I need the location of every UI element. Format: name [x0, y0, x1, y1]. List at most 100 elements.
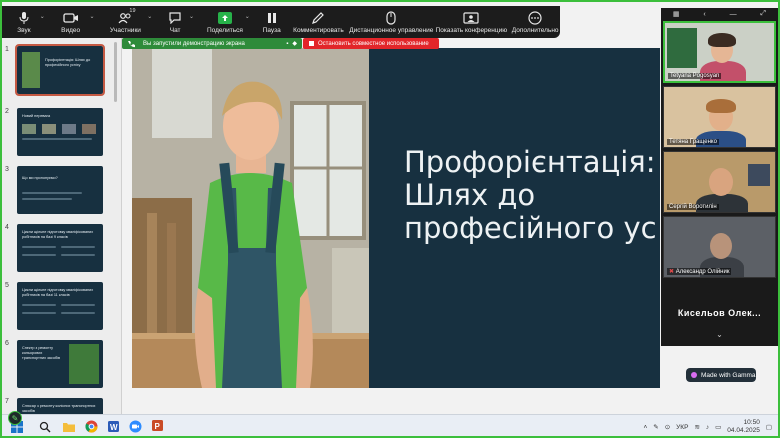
word-icon: W — [107, 421, 119, 432]
thumb-title: Новий перевага — [22, 114, 51, 118]
more-participants-names: Кисельов Олек... — [677, 308, 762, 318]
slide-thumb-preview[interactable]: Що ми пропонуємо? — [17, 166, 103, 214]
slide-thumb-1[interactable]: 1 Профорієнтація: Шлях до професійного у… — [0, 44, 112, 96]
video-button[interactable]: Видео ⌄ — [50, 7, 95, 37]
stop-share-button[interactable]: Остановить совместное использование — [303, 38, 439, 49]
slide-photo — [132, 48, 369, 388]
thumb-title: Цикли щільне підготовку кваліфікованих р… — [22, 288, 94, 297]
search-button[interactable] — [34, 416, 56, 438]
slide-title-line-2: Шлях до — [404, 178, 536, 212]
expand-icon[interactable]: ⤢ — [760, 10, 766, 18]
battery-icon[interactable]: ▭ — [715, 423, 721, 431]
thumb-title: Слюсар з ремонту колісних транспортних з… — [22, 404, 96, 413]
show-meeting-icon — [463, 10, 479, 25]
slide-thumb-preview[interactable]: Новий перевага — [17, 108, 103, 156]
main-slide: Профорієнтація: Шлях до професійного ус — [132, 48, 660, 388]
slide-thumb-6[interactable]: 6 Спектр з ремонту кольорових транспортн… — [0, 340, 112, 390]
slide-number: 2 — [5, 108, 9, 115]
chevron-down-icon[interactable]: ⌄ — [245, 13, 250, 20]
pin-icon[interactable]: ▪ — [286, 41, 288, 47]
slide-thumb-preview[interactable]: Спектр з ремонту кольорових транспортних… — [17, 340, 103, 388]
windows-taskbar: W P ˄ ✎ ⊙ УКР ≋ ♪ ▭ 10:50 04.04.2025 ▢ — [0, 414, 780, 438]
thumbnail-scrollbar[interactable] — [114, 42, 117, 102]
annotate-label: Комментировать — [293, 27, 344, 34]
word-button[interactable]: W — [102, 416, 124, 438]
show-more-participants-icon[interactable]: ⌄ — [661, 330, 778, 339]
chevron-left-icon[interactable]: ‹ — [703, 11, 705, 18]
edit-icon[interactable]: ✎ — [653, 423, 658, 431]
pencil-icon — [310, 10, 326, 25]
thumb-text-line — [22, 192, 82, 194]
thumb-image — [82, 124, 96, 134]
powerpoint-icon: P — [151, 420, 163, 431]
slide-thumb-preview[interactable]: Цикли щільне підготовку кваліфікованих р… — [17, 224, 103, 272]
participant-head — [710, 233, 732, 259]
thumb-title: Профорієнтація: Шлях до професійного усп… — [45, 58, 91, 67]
minimize-icon[interactable]: — — [730, 11, 737, 18]
slide-thumb-4[interactable]: 4 Цикли щільне підготовку кваліфікованих… — [0, 224, 112, 274]
gallery-header: ▦ ‹ — ⤢ — [661, 8, 778, 20]
more-button[interactable]: Дополнительно — [510, 7, 560, 37]
chevron-down-icon[interactable]: ⌄ — [189, 13, 194, 20]
participants-button[interactable]: 19 Участники ⌄ — [102, 7, 152, 37]
zoom-icon — [129, 420, 141, 433]
search-icon — [39, 421, 51, 432]
clock[interactable]: 10:50 04.04.2025 — [727, 419, 760, 435]
audio-button[interactable]: Звук ⌄ — [6, 7, 45, 37]
chat-label: Чат — [169, 27, 181, 34]
thumb-image — [42, 124, 56, 134]
participants-count-badge: 19 — [129, 8, 136, 14]
annotation-pen-icon[interactable]: ✎ — [8, 411, 22, 425]
remote-control-label: Дистанционное управление — [349, 27, 434, 34]
shield-icon[interactable]: ◆ — [292, 40, 297, 47]
input-language[interactable]: УКР — [676, 424, 688, 431]
volume-icon[interactable]: ♪ — [706, 424, 709, 431]
chevron-down-icon[interactable]: ⌄ — [40, 13, 45, 20]
participant-name: Александр Олійник — [675, 269, 730, 275]
thumb-text-line — [22, 304, 56, 306]
share-button[interactable]: Поделиться ⌄ — [203, 7, 250, 37]
boy-in-workshop-image — [132, 48, 369, 388]
participant-tile[interactable]: Сергій Воротилін — [663, 151, 776, 213]
chevron-down-icon[interactable]: ⌄ — [90, 13, 95, 20]
location-icon[interactable]: ⊙ — [665, 423, 670, 431]
chrome-button[interactable] — [80, 416, 102, 438]
thumb-image — [62, 124, 76, 134]
participant-tile[interactable]: ✖ Александр Олійник — [663, 216, 776, 278]
slide-number: 3 — [5, 166, 9, 173]
chrome-icon — [84, 420, 97, 433]
slide-thumbnail-panel[interactable]: 1 Профорієнтація: Шлях до професійного у… — [0, 32, 122, 414]
folder-icon — [63, 422, 75, 432]
pause-button[interactable]: Пауза — [257, 7, 287, 37]
chevron-down-icon[interactable]: ⌄ — [147, 13, 152, 20]
wifi-icon[interactable]: ≋ — [694, 423, 699, 431]
show-meeting-button[interactable]: Показать конференцию — [436, 7, 507, 37]
slide-thumb-3[interactable]: 3 Що ми пропонуємо? — [0, 166, 112, 216]
thumb-title: Цикли щільне підготовку кваліфікованих р… — [22, 230, 94, 239]
file-explorer-button[interactable] — [58, 416, 80, 438]
participant-name: Тетяна Гращенко — [667, 139, 719, 145]
participant-hair — [706, 99, 736, 113]
made-with-gamma-badge[interactable]: Made with Gamma — [686, 368, 756, 382]
thumb-text-line — [22, 312, 56, 314]
powerpoint-button[interactable]: P — [146, 416, 168, 438]
remote-control-button[interactable]: Дистанционное управление — [349, 7, 434, 37]
chat-button[interactable]: Чат ⌄ — [159, 7, 194, 37]
slide-thumb-5[interactable]: 5 Цикли щільне підготовку кваліфікованих… — [0, 282, 112, 332]
annotate-button[interactable]: Комментировать — [293, 7, 345, 37]
share-label: Поделиться — [206, 27, 243, 34]
participant-tile[interactable]: Tetyana Pogosyan — [663, 21, 776, 83]
notifications-icon[interactable]: ▢ — [766, 423, 772, 431]
video-camera-icon — [63, 10, 79, 25]
thumb-text-line — [61, 246, 95, 248]
grid-icon[interactable]: ▦ — [673, 10, 680, 18]
stop-icon — [309, 41, 314, 46]
slide-thumb-preview[interactable]: Слюсар з ремонту колісних транспортних з… — [17, 398, 103, 414]
slide-thumb-preview[interactable]: Профорієнтація: Шлях до професійного усп… — [15, 44, 105, 96]
sharing-status-bar[interactable]: Вы запустили демонстрацию экрана ▪ ◆ — [122, 38, 302, 49]
slide-thumb-2[interactable]: 2 Новий перевага — [0, 108, 112, 158]
slide-thumb-preview[interactable]: Цикли щільне підготовку кваліфікованих р… — [17, 282, 103, 330]
participant-tile[interactable]: Тетяна Гращенко — [663, 86, 776, 148]
chevron-up-icon[interactable]: ˄ — [643, 424, 647, 431]
zoom-app-button[interactable] — [124, 416, 146, 438]
